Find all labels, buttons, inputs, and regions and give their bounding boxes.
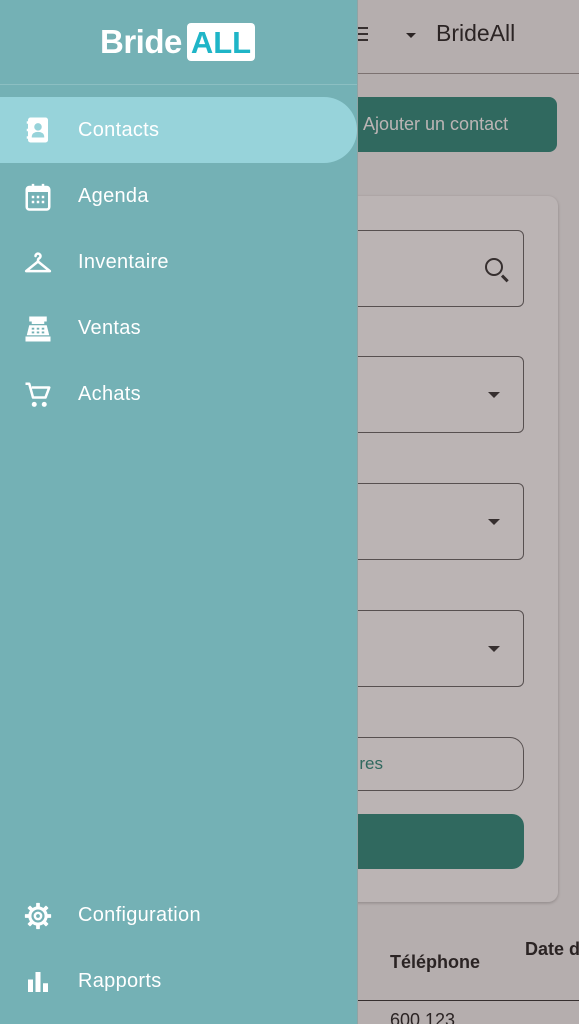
nav-item-configuration[interactable]: Configuration <box>0 882 357 948</box>
gear-icon <box>24 902 52 930</box>
nav-item-ventas[interactable]: Ventas <box>0 295 357 361</box>
nav-label-contacts: Contacts <box>78 118 160 141</box>
contact-book-icon <box>26 117 48 143</box>
nav-label-inventaire: Inventaire <box>78 250 169 273</box>
nav-item-rapports[interactable]: Rapports <box>0 948 357 1014</box>
nav-item-achats[interactable]: Achats <box>0 361 357 427</box>
nav-label-agenda: Agenda <box>78 184 149 207</box>
nav-label-ventas: Ventas <box>78 316 141 339</box>
nav-item-agenda[interactable]: Agenda <box>0 163 357 229</box>
calendar-icon <box>25 183 51 211</box>
logo-text-all: ALL <box>186 23 256 61</box>
navigation-drawer: Bride ALL Contacts Agenda Inventaire Ven… <box>0 0 358 1024</box>
nav-label-rapports: Rapports <box>78 969 162 992</box>
nav-item-contacts[interactable]: Contacts <box>0 97 357 163</box>
shopping-cart-icon <box>25 382 51 407</box>
nav-item-inventaire[interactable]: Inventaire <box>0 229 357 295</box>
nav-label-configuration: Configuration <box>78 903 201 926</box>
hanger-icon <box>24 252 52 273</box>
cash-register-icon <box>25 316 51 342</box>
drawer-header: Bride ALL <box>0 0 357 85</box>
nav-label-achats: Achats <box>78 382 141 405</box>
brand-logo[interactable]: Bride ALL <box>100 23 256 61</box>
logo-text-bride: Bride <box>100 23 182 60</box>
bar-chart-icon <box>28 972 48 992</box>
